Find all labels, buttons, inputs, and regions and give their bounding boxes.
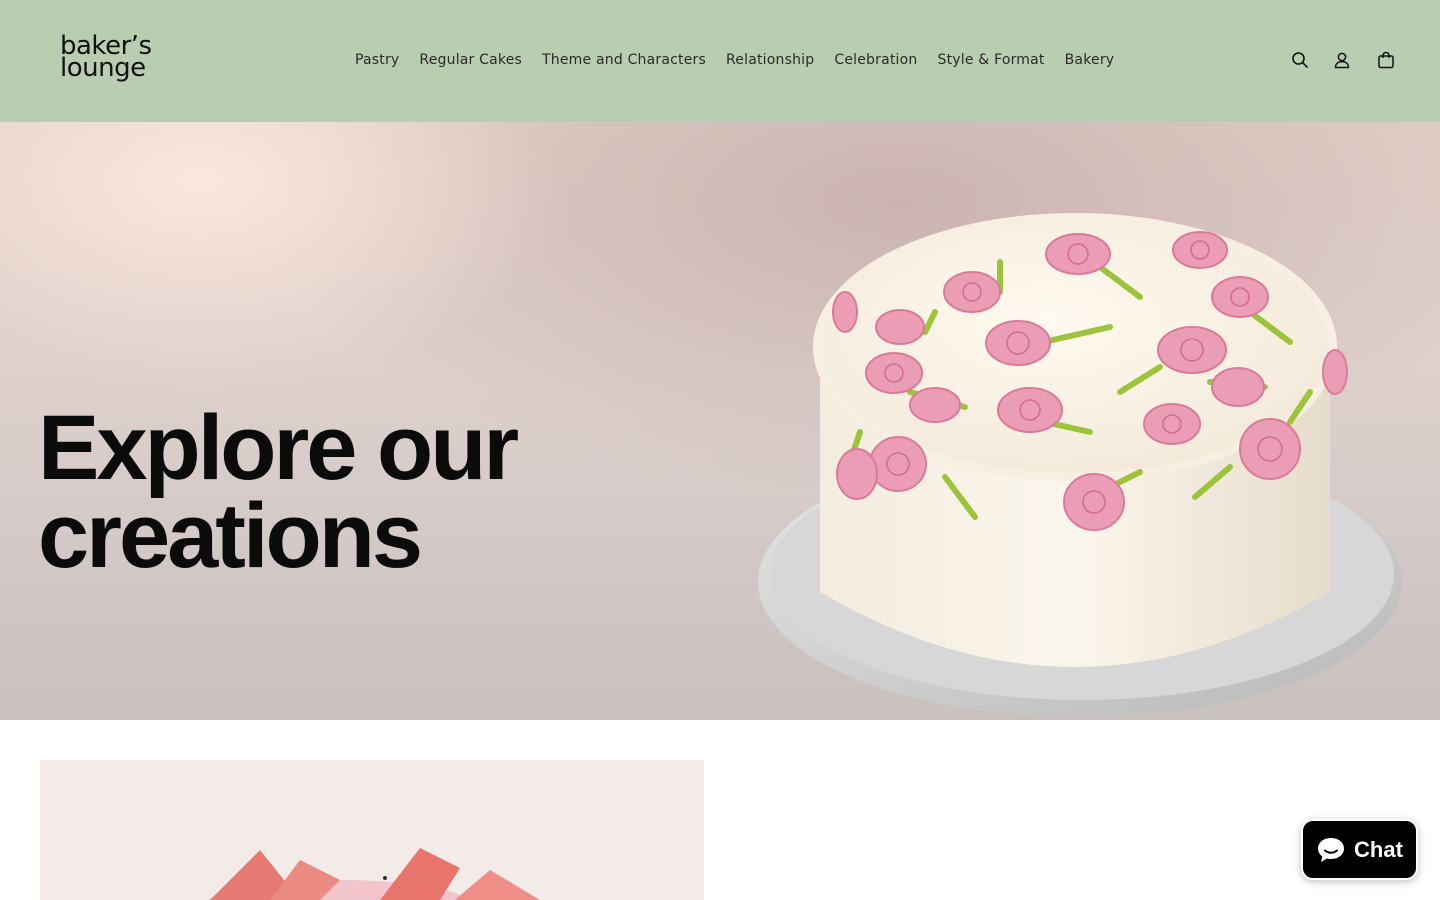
cart-button[interactable]: [1375, 49, 1397, 71]
account-icon: [1334, 52, 1350, 69]
logo-text-bottom: lounge: [60, 53, 146, 83]
nav-item-pastry[interactable]: Pastry: [345, 48, 409, 72]
nav-item-relationship[interactable]: Relationship: [716, 48, 824, 72]
nav-item-celebration[interactable]: Celebration: [824, 48, 927, 72]
featured-cake-image[interactable]: [40, 760, 704, 900]
account-button[interactable]: [1331, 49, 1353, 71]
hero-heading-line-1: Explore our: [38, 397, 519, 499]
nav-item-theme-and-characters[interactable]: Theme and Characters: [532, 48, 716, 72]
hero-heading-line-2: creations: [38, 485, 423, 587]
search-button[interactable]: [1289, 49, 1311, 71]
cart-icon: [1378, 51, 1394, 69]
hero-heading: Explore our creations: [38, 402, 638, 582]
nav-item-regular-cakes[interactable]: Regular Cakes: [409, 48, 532, 72]
site-header: baker’s lounge Pastry Regular Cakes Them…: [0, 0, 1440, 122]
nav-item-style-and-format[interactable]: Style & Format: [927, 48, 1054, 72]
hero-banner: Explore our creations: [0, 122, 1440, 720]
chat-label: Chat: [1354, 836, 1403, 862]
nav-item-bakery[interactable]: Bakery: [1055, 48, 1125, 72]
main-nav: Pastry Regular Cakes Theme and Character…: [345, 48, 1124, 72]
search-icon: [1292, 52, 1308, 68]
chat-bubble-icon: [1318, 837, 1345, 862]
featured-cake-illustration: [40, 760, 704, 900]
chat-button[interactable]: Chat: [1301, 819, 1418, 880]
site-logo[interactable]: baker’s lounge: [60, 33, 174, 83]
